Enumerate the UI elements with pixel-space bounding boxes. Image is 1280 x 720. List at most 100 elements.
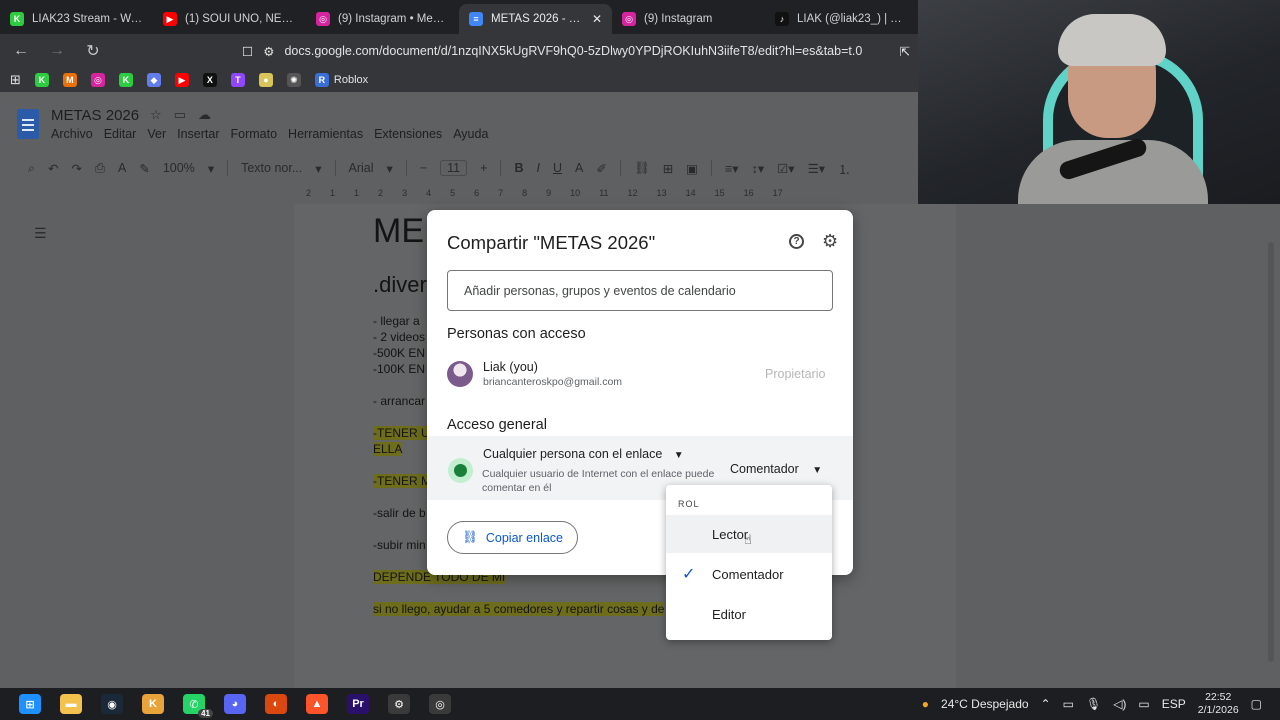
back-icon[interactable]: ← [8, 42, 34, 60]
bookmark-icon[interactable]: ☐ [242, 44, 253, 59]
volume-icon[interactable]: ◁) [1113, 697, 1126, 711]
bookmark-item[interactable]: K [34, 73, 49, 87]
apps-grid-icon[interactable]: ⊞ [10, 72, 21, 88]
italic-icon[interactable]: I [536, 161, 539, 175]
whatsapp-icon[interactable]: ✆ 41 [183, 694, 213, 718]
microphone-icon[interactable]: 🎙 [1086, 697, 1101, 711]
chevron-down-icon[interactable]: ▾ [387, 161, 393, 176]
bookmark-item[interactable]: K [118, 73, 133, 87]
cloud-status-icon[interactable]: ☁ [198, 107, 211, 123]
search-menus-icon[interactable]: ⌕ [28, 161, 35, 176]
link-scope-select[interactable]: Cualquier persona con el enlace ▼ [483, 447, 684, 461]
forward-icon[interactable]: → [44, 42, 70, 60]
browser-tab[interactable]: K LIAK23 Stream - Watch [0, 4, 153, 34]
docs-menu-item[interactable]: Extensiones [374, 127, 442, 141]
browser-tab[interactable]: ≡ METAS 2026 - Documento ✕ [459, 4, 612, 34]
docs-logo-icon[interactable] [17, 109, 39, 139]
increase-font-icon[interactable]: + [480, 161, 487, 175]
document-outline-icon[interactable]: ☰ [34, 225, 47, 242]
spellcheck-icon[interactable]: A [118, 161, 126, 175]
weather-text[interactable]: 24°C Despejado [941, 697, 1029, 711]
chevron-up-icon[interactable]: ⌃ [1041, 697, 1051, 711]
horizontal-ruler[interactable]: 2 1 1 2 3 4 5 6 7 8 9 10 11 12 13 14 15 16 17 [294, 188, 918, 200]
discord-icon[interactable]: ◕ [224, 694, 246, 714]
kick-icon[interactable]: K [142, 694, 164, 714]
bookmark-item[interactable]: T [230, 73, 245, 87]
bookmark-item[interactable]: ◆ [146, 73, 161, 87]
link-icon[interactable]: ⛓ [634, 161, 650, 176]
file-explorer-icon[interactable]: ▬ [60, 694, 82, 714]
url-text[interactable]: docs.google.com/document/d/1nzqINX5kUgRV… [284, 44, 889, 58]
chevron-down-icon[interactable]: ▾ [315, 161, 321, 176]
bookmark-item[interactable]: X [202, 73, 217, 87]
comment-icon[interactable]: ⊞ [663, 161, 673, 176]
docs-menu-item[interactable]: Formato [231, 127, 278, 141]
copy-link-button[interactable]: ⛓ Copiar enlace [447, 521, 578, 554]
style-select[interactable]: Texto nor... [241, 161, 302, 175]
docs-menu-item[interactable]: Archivo [51, 127, 93, 141]
vertical-scrollbar[interactable] [1268, 242, 1274, 662]
bullet-list-icon[interactable]: ☰▾ [808, 161, 825, 176]
checklist-icon[interactable]: ☑▾ [777, 161, 794, 176]
clock[interactable]: 22:52 2/1/2026 [1198, 691, 1239, 717]
notifications-icon[interactable]: ▢ [1251, 697, 1262, 711]
align-icon[interactable]: ≡▾ [725, 161, 739, 176]
bookmark-item[interactable]: ✺ [286, 73, 301, 87]
address-bar[interactable]: ☐ ⚙ docs.google.com/document/d/1nzqINX5k… [116, 38, 910, 64]
browser-tab[interactable]: ◎ (9) Instagram [612, 4, 765, 34]
weather-icon[interactable]: ● [922, 697, 929, 711]
reload-icon[interactable]: ↻ [80, 41, 106, 61]
docs-menu-item[interactable]: Herramientas [288, 127, 363, 141]
help-icon[interactable]: ? [789, 234, 804, 249]
font-select[interactable]: Arial [349, 161, 374, 175]
bookmark-item[interactable]: ● [258, 73, 273, 87]
steam-icon[interactable]: ◉ [101, 694, 123, 714]
browser-tab[interactable]: ♪ LIAK (@liak23_) | TikTok [765, 4, 918, 34]
font-size-input[interactable]: 11 [440, 160, 468, 176]
bookmark-item[interactable]: R Roblox [314, 73, 368, 87]
line-spacing-icon[interactable]: ↕▾ [752, 161, 765, 176]
numbered-list-icon[interactable]: ⒈ [838, 159, 851, 178]
brave-icon[interactable]: ▲ [306, 694, 328, 714]
capture-icon[interactable]: ◎ [429, 694, 451, 714]
site-info-icon[interactable]: ⚙ [263, 44, 274, 59]
undo-icon[interactable]: ↶ [48, 161, 58, 176]
network-icon[interactable]: ▭ [1138, 697, 1149, 711]
settings-icon[interactable]: ⚙ [388, 694, 410, 714]
highlight-icon[interactable]: ✐ [596, 161, 606, 176]
bold-icon[interactable]: B [514, 161, 523, 175]
decrease-font-icon[interactable]: − [420, 161, 427, 175]
language-indicator[interactable]: ESP [1162, 697, 1186, 711]
paint-format-icon[interactable]: ✎ [139, 161, 149, 176]
docs-menu-item[interactable]: Insertar [177, 127, 219, 141]
role-option-editor[interactable]: Editor [666, 595, 832, 633]
bookmark-item[interactable]: M [62, 73, 77, 87]
browser-tab[interactable]: ◎ (9) Instagram • Mensajes [306, 4, 459, 34]
document-title[interactable]: METAS 2026 [51, 107, 139, 124]
star-icon[interactable]: ☆ [150, 107, 162, 123]
chevron-down-icon[interactable]: ▾ [208, 161, 214, 176]
docs-menu-item[interactable]: Editar [104, 127, 137, 141]
browser-tab[interactable]: ▶ (1) SOUI UNO, NEO PE [153, 4, 306, 34]
windows-start-icon[interactable]: ⊞ [19, 694, 41, 714]
add-people-input[interactable]: Añadir personas, grupos y eventos de cal… [447, 270, 833, 311]
close-tab-icon[interactable]: ✕ [592, 12, 602, 26]
docs-menu-item[interactable]: Ver [147, 127, 166, 141]
premiere-icon[interactable]: Pr [347, 694, 369, 714]
image-icon[interactable]: ▣ [686, 161, 698, 176]
redo-icon[interactable]: ↷ [72, 161, 82, 176]
hardware-icon[interactable]: ▭ [1063, 697, 1074, 711]
obs-icon[interactable]: ◐ [265, 694, 287, 714]
zoom-select[interactable]: 100% [163, 161, 195, 175]
bookmark-item[interactable]: ◎ [90, 73, 105, 87]
general-role-select[interactable]: Comentador ▼ [730, 462, 822, 476]
move-folder-icon[interactable]: ▭ [174, 107, 186, 123]
settings-gear-icon[interactable]: ⚙ [822, 231, 838, 252]
share-page-icon[interactable]: ⇱ [900, 44, 910, 59]
underline-icon[interactable]: U [553, 161, 562, 175]
role-option-comentador[interactable]: ✓ Comentador [666, 555, 832, 593]
bookmark-item[interactable]: ▶ [174, 73, 189, 87]
print-icon[interactable]: ⎙ [95, 161, 105, 176]
docs-menu-item[interactable]: Ayuda [453, 127, 488, 141]
text-color-icon[interactable]: A [575, 161, 583, 175]
